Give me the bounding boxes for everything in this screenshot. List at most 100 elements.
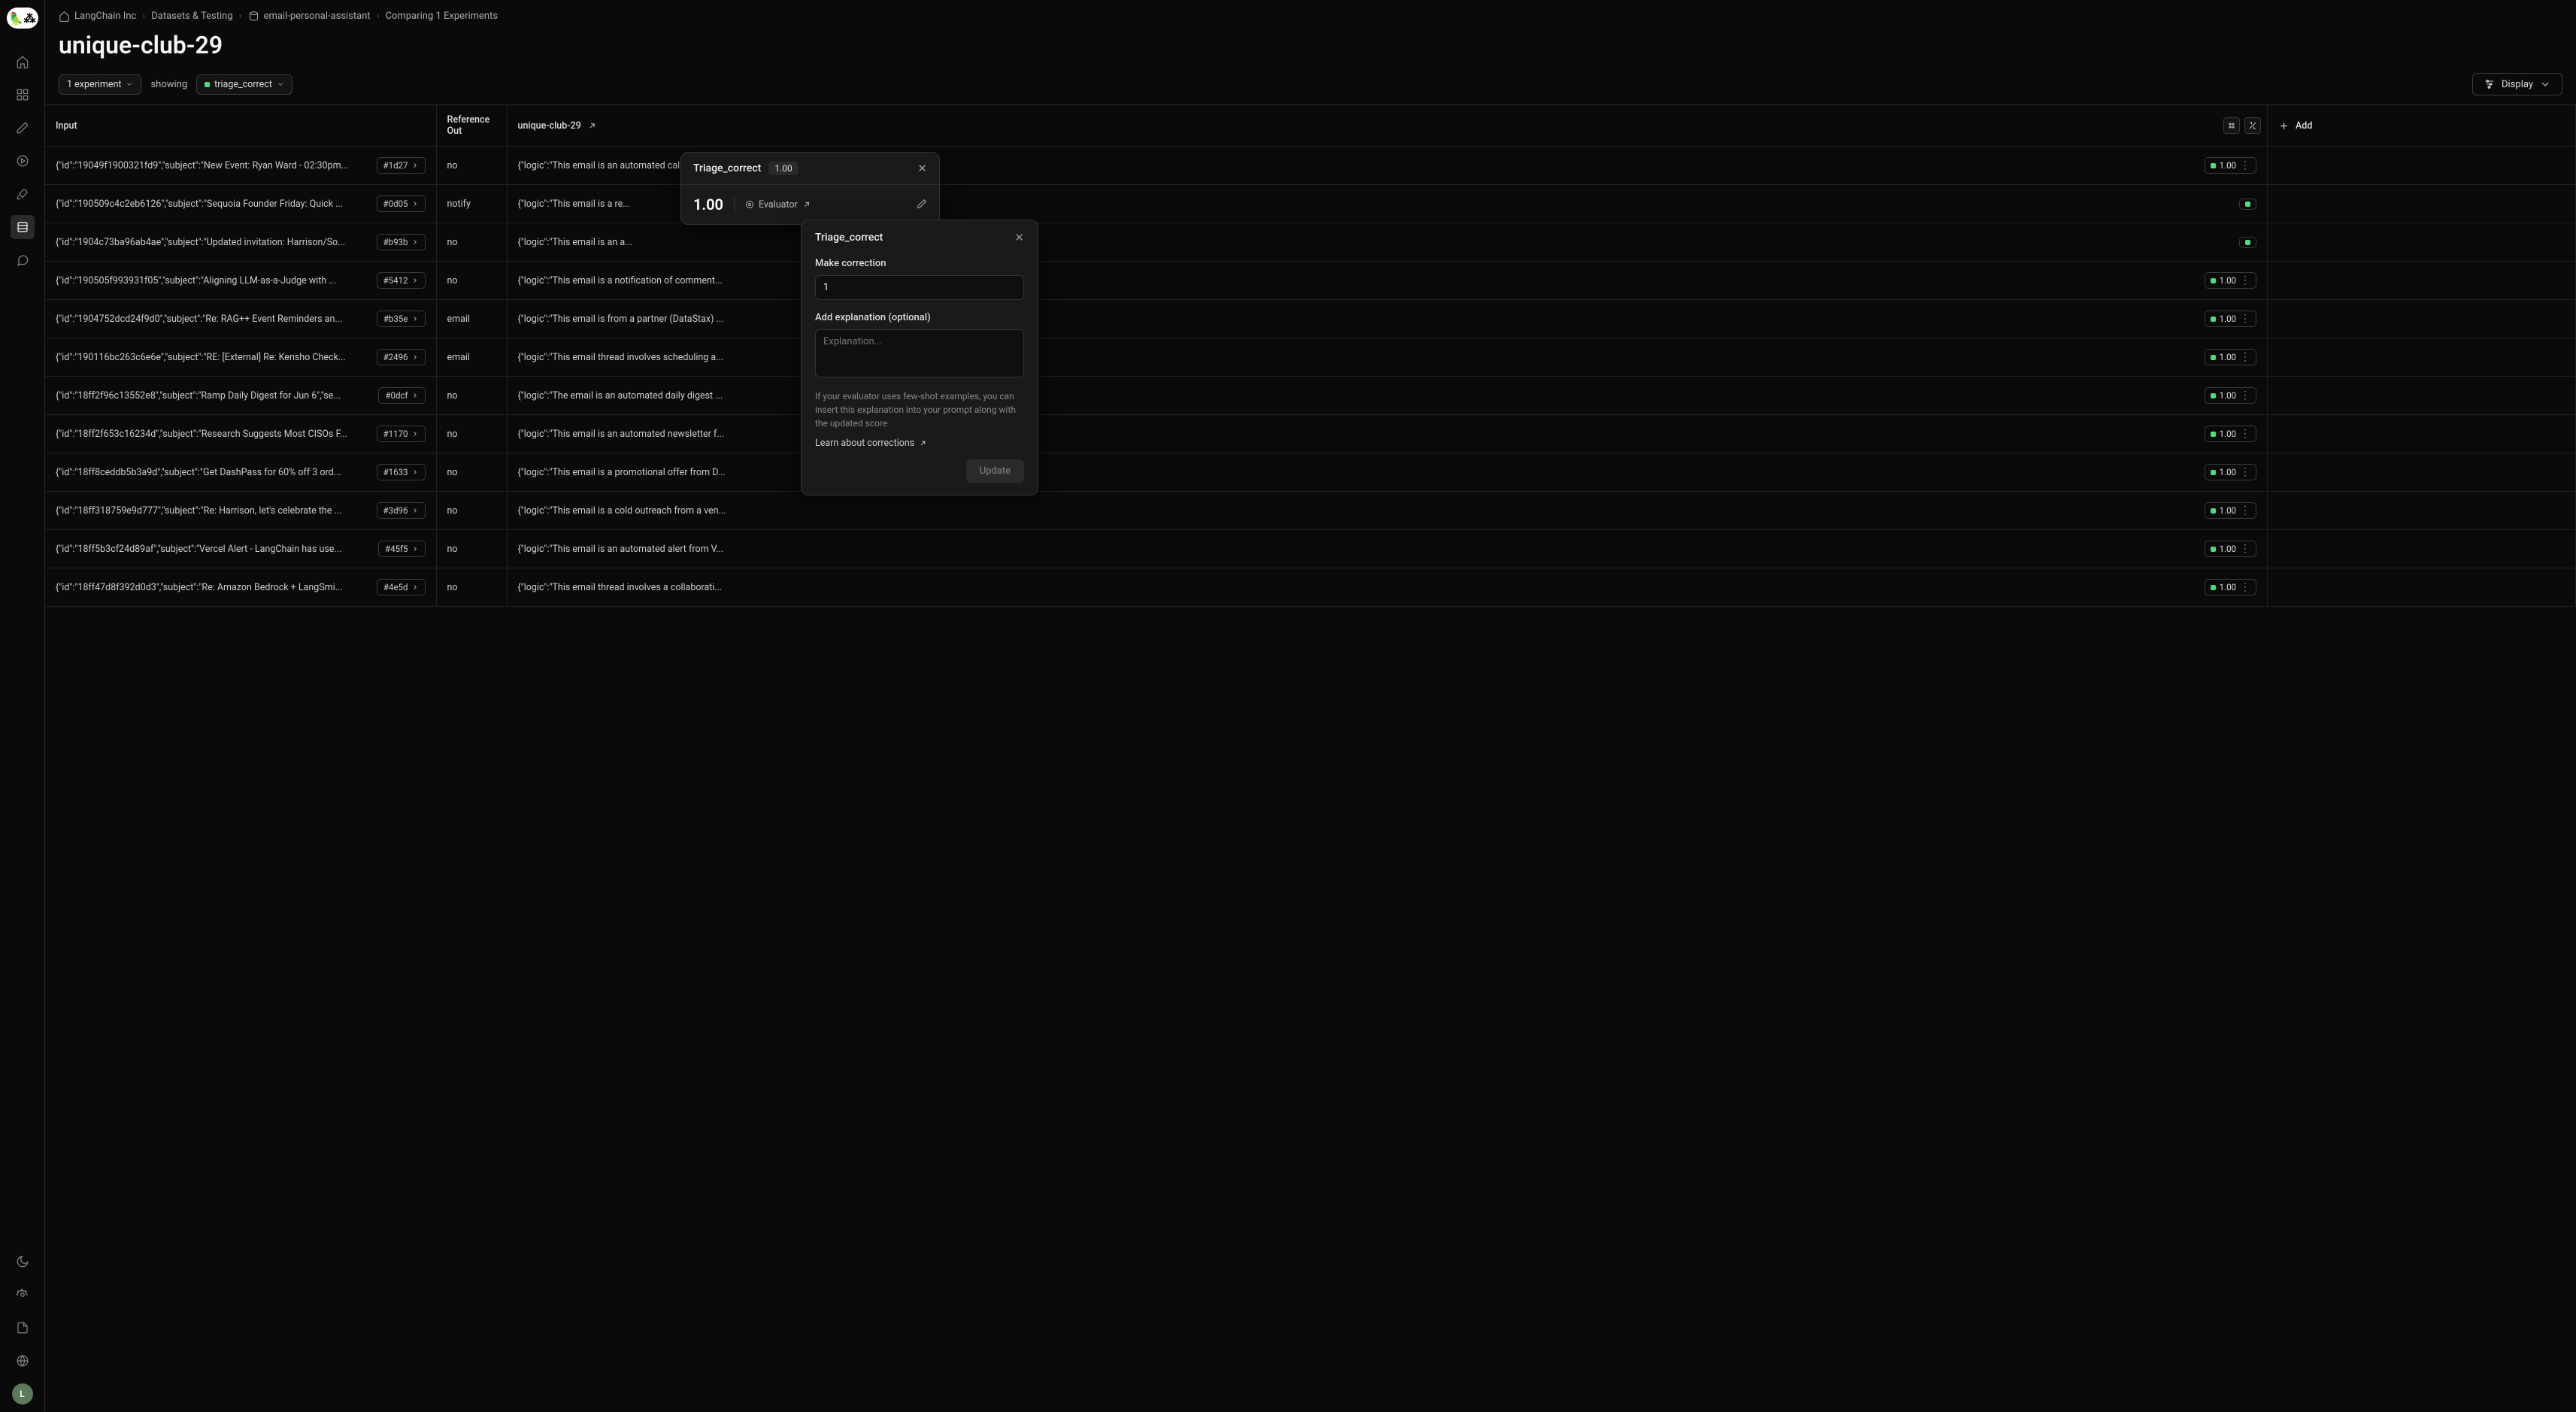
hash-chip[interactable]: #45f5 (378, 541, 425, 557)
score-chip[interactable]: 1.00⋮ (2205, 157, 2256, 174)
input-text: {"id":"1904752dcd24f9d0","subject":"Re: … (56, 314, 369, 325)
score-chip[interactable] (2239, 237, 2256, 248)
experiment-output: {"logic":"This email is a promotional of… (518, 467, 2197, 478)
display-button[interactable]: Display (2472, 73, 2562, 95)
more-icon[interactable]: ⋮ (2240, 544, 2250, 554)
score-chip[interactable]: 1.00⋮ (2205, 464, 2256, 480)
update-button[interactable]: Update (966, 459, 1024, 483)
breadcrumb-item[interactable]: Datasets & Testing (151, 11, 232, 22)
expand-icon[interactable] (2244, 117, 2261, 134)
status-dot-icon (2245, 240, 2250, 245)
explanation-textarea[interactable] (815, 329, 1024, 377)
score-chip[interactable]: 1.00⋮ (2205, 311, 2256, 327)
close-icon[interactable]: ✕ (917, 162, 927, 175)
correction-input[interactable] (815, 275, 1024, 300)
table-row[interactable]: {"id":"18ff2f653c16234d","subject":"Rese… (45, 415, 2576, 453)
column-header-experiment[interactable]: unique-club-29 (507, 105, 2268, 147)
more-icon[interactable]: ⋮ (2240, 505, 2250, 516)
input-text: {"id":"18ff318759e9d777","subject":"Re: … (56, 505, 369, 517)
table-row[interactable]: {"id":"190509c4c2eb6126","subject":"Sequ… (45, 185, 2576, 223)
globe-icon[interactable] (11, 1349, 35, 1373)
experiment-output: {"logic":"The email is an automated dail… (518, 390, 2197, 401)
table-row[interactable]: {"id":"1904c73ba96ab4ae","subject":"Upda… (45, 223, 2576, 262)
status-dot-icon (2211, 393, 2216, 398)
more-icon[interactable]: ⋮ (2240, 429, 2250, 439)
hash-chip[interactable]: #4e5d (377, 579, 426, 595)
experiment-output: {"logic":"This email thread involves sch… (518, 352, 2197, 363)
compare-icon[interactable] (2223, 117, 2240, 134)
input-text: {"id":"19049f1900321fd9","subject":"New … (56, 160, 369, 171)
breadcrumb-item[interactable]: Comparing 1 Experiments (386, 11, 498, 22)
table-row[interactable]: {"id":"18ff2f96c13552e8","subject":"Ramp… (45, 377, 2576, 415)
input-text: {"id":"190509c4c2eb6126","subject":"Sequ… (56, 198, 369, 210)
hash-chip[interactable]: #b93b (377, 234, 426, 250)
input-text: {"id":"18ff2f96c13552e8","subject":"Ramp… (56, 390, 371, 401)
more-icon[interactable]: ⋮ (2240, 467, 2250, 477)
nav-grid-icon[interactable] (11, 83, 35, 107)
status-dot-icon (2211, 432, 2216, 437)
more-icon[interactable]: ⋮ (2240, 582, 2250, 592)
experiment-output: {"logic":"This email is from a partner (… (518, 314, 2197, 325)
hash-chip[interactable]: #2496 (377, 349, 426, 365)
nav-chat-icon[interactable] (11, 248, 35, 272)
experiment-output: {"logic":"This email thread involves a c… (518, 582, 2197, 593)
docs-icon[interactable] (11, 1316, 35, 1340)
score-chip[interactable]: 1.00⋮ (2205, 272, 2256, 289)
more-icon[interactable]: ⋮ (2240, 352, 2250, 362)
table-row[interactable]: {"id":"190116bc263c6e6e","subject":"RE: … (45, 338, 2576, 377)
edit-icon[interactable] (917, 198, 927, 212)
score-chip[interactable]: 1.00⋮ (2205, 349, 2256, 365)
column-header-add[interactable]: Add (2268, 105, 2576, 147)
hash-chip[interactable]: #1170 (377, 426, 426, 442)
nav-play-icon[interactable] (11, 149, 35, 173)
experiment-output: {"logic":"This email is an a... (518, 237, 2232, 248)
reference-cell: no (436, 492, 507, 530)
table-row[interactable]: {"id":"190505f993931f05","subject":"Alig… (45, 262, 2576, 300)
table-row[interactable]: {"id":"1904752dcd24f9d0","subject":"Re: … (45, 300, 2576, 338)
table-row[interactable]: {"id":"18ff8ceddb5b3a9d","subject":"Get … (45, 453, 2576, 492)
table-row[interactable]: {"id":"19049f1900321fd9","subject":"New … (45, 147, 2576, 185)
evaluator-link[interactable]: Evaluator (745, 199, 811, 211)
table-row[interactable]: {"id":"18ff5b3cf24d89af","subject":"Verc… (45, 530, 2576, 568)
nav-rocket-icon[interactable] (11, 182, 35, 206)
hash-chip[interactable]: #1633 (377, 464, 426, 480)
chevron-right-icon: › (377, 11, 380, 22)
tag-filter-chip[interactable]: triage_correct (196, 74, 292, 95)
column-header-reference[interactable]: Reference Out (436, 105, 507, 147)
nav-home-icon[interactable] (11, 50, 35, 74)
hash-chip[interactable]: #0d05 (377, 195, 426, 212)
hash-chip[interactable]: #3d96 (377, 502, 426, 519)
close-icon[interactable]: ✕ (1014, 231, 1024, 244)
reference-cell: email (436, 338, 507, 377)
status-dot-icon (205, 82, 210, 87)
table-row[interactable]: {"id":"18ff47d8f392d0d3","subject":"Re: … (45, 568, 2576, 607)
theme-toggle-icon[interactable] (11, 1250, 35, 1274)
page-title: unique-club-29 (45, 26, 2576, 73)
breadcrumb-item[interactable]: email-personal-assistant (248, 11, 371, 22)
score-chip[interactable]: 1.00⋮ (2205, 579, 2256, 595)
experiment-filter-chip[interactable]: 1 experiment (59, 74, 141, 95)
score-chip[interactable]: 1.00⋮ (2205, 541, 2256, 557)
table-row[interactable]: {"id":"18ff318759e9d777","subject":"Re: … (45, 492, 2576, 530)
status-dot-icon (2211, 508, 2216, 514)
more-icon[interactable]: ⋮ (2240, 314, 2250, 324)
nav-datasets-icon[interactable] (11, 215, 35, 239)
more-icon[interactable]: ⋮ (2240, 160, 2250, 171)
learn-link[interactable]: Learn about corrections (802, 432, 1038, 452)
hash-chip[interactable]: #1d27 (377, 157, 426, 174)
breadcrumb-item[interactable]: LangChain Inc (59, 11, 136, 22)
more-icon[interactable]: ⋮ (2240, 390, 2250, 401)
score-chip[interactable]: 1.00⋮ (2205, 502, 2256, 519)
avatar[interactable]: L (12, 1383, 33, 1404)
hash-chip[interactable]: #b35e (377, 311, 426, 327)
nav-pen-icon[interactable] (11, 116, 35, 140)
hash-chip[interactable]: #5412 (377, 272, 426, 289)
hash-chip[interactable]: #0dcf (378, 387, 425, 404)
sidebar: 🦜⁂ L (0, 0, 45, 1412)
score-chip[interactable]: 1.00⋮ (2205, 426, 2256, 442)
settings-icon[interactable] (11, 1283, 35, 1307)
column-header-input[interactable]: Input (45, 105, 436, 147)
score-chip[interactable]: 1.00⋮ (2205, 387, 2256, 404)
score-chip[interactable] (2239, 198, 2256, 210)
more-icon[interactable]: ⋮ (2240, 275, 2250, 286)
